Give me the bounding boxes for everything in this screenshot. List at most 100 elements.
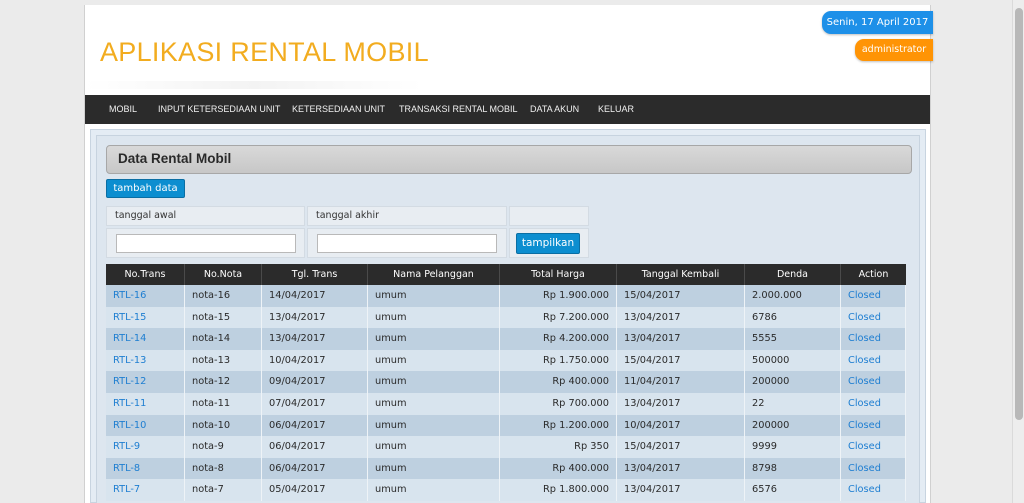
cell-action-closed[interactable]: Closed	[841, 436, 906, 458]
cell-tanggal-kembali: 15/04/2017	[617, 349, 745, 372]
cell-total-harga: Rp 350	[500, 436, 617, 458]
cell-no-trans[interactable]: RTL-15	[106, 306, 185, 329]
cell-no-trans[interactable]: RTL-11	[106, 393, 185, 415]
table-header: No.Trans No.Nota Tgl. Trans Nama Pelangg…	[106, 264, 906, 285]
cell-total-harga: Rp 400.000	[500, 371, 617, 393]
cell-no-trans[interactable]: RTL-7	[106, 479, 185, 501]
cell-action-closed[interactable]: Closed	[841, 414, 906, 437]
col-header-nama-pelanggan[interactable]: Nama Pelanggan	[368, 264, 500, 285]
content-area: Data Rental Mobil tambah data tanggal aw…	[90, 129, 926, 503]
cell-tgl-trans: 13/04/2017	[262, 328, 368, 350]
cell-action-closed[interactable]: Closed	[841, 371, 906, 393]
col-header-total-harga[interactable]: Total Harga	[500, 264, 617, 285]
nav-item-input-ketersediaan-unit[interactable]: INPUT KETERSEDIAAN UNIT	[158, 95, 280, 124]
show-button[interactable]: tampilkan	[516, 233, 580, 254]
title-underline	[85, 81, 423, 89]
cell-tgl-trans: 13/04/2017	[262, 306, 368, 329]
table-row: RTL-11 nota-11 07/04/2017 umum Rp 700.000 13/…	[106, 393, 906, 415]
cell-tgl-trans: 06/04/2017	[262, 457, 368, 480]
cell-no-trans[interactable]: RTL-12	[106, 371, 185, 393]
cell-total-harga: Rp 4.200.000	[500, 328, 617, 350]
col-header-tgl-trans[interactable]: Tgl. Trans	[262, 264, 368, 285]
section-title-bar: Data Rental Mobil	[106, 145, 912, 174]
cell-total-harga: Rp 7.200.000	[500, 306, 617, 329]
cell-pelanggan: umum	[368, 371, 500, 393]
col-header-action[interactable]: Action	[841, 264, 906, 285]
cell-tanggal-kembali: 15/04/2017	[617, 285, 745, 307]
date-badge: Senin, 17 April 2017	[822, 11, 933, 34]
cell-total-harga: Rp 1.800.000	[500, 479, 617, 501]
app-title: APLIKASI RENTAL MOBIL	[100, 37, 429, 67]
cell-total-harga: Rp 1.900.000	[500, 285, 617, 307]
cell-denda: 8798	[745, 457, 841, 480]
cell-tgl-trans: 05/04/2017	[262, 479, 368, 501]
cell-no-trans[interactable]: RTL-14	[106, 328, 185, 350]
cell-pelanggan: umum	[368, 349, 500, 372]
content-panel: Data Rental Mobil tambah data tanggal aw…	[96, 135, 920, 503]
col-header-no-nota[interactable]: No.Nota	[185, 264, 262, 285]
nav-item-data-akun[interactable]: DATA AKUN	[530, 95, 579, 124]
cell-no-trans[interactable]: RTL-10	[106, 414, 185, 437]
cell-pelanggan: umum	[368, 393, 500, 415]
cell-tanggal-kembali: 11/04/2017	[617, 371, 745, 393]
table-row: RTL-8 nota-8 06/04/2017 umum Rp 400.000 13/04…	[106, 457, 906, 480]
cell-no-trans[interactable]: RTL-13	[106, 349, 185, 372]
cell-tgl-trans: 09/04/2017	[262, 371, 368, 393]
section-title: Data Rental Mobil	[118, 151, 232, 166]
header: APLIKASI RENTAL MOBIL Senin, 17 April 20…	[85, 5, 933, 94]
cell-total-harga: Rp 1.200.000	[500, 414, 617, 437]
cell-no-nota: nota-8	[185, 457, 262, 480]
nav-item-transaksi-rental-mobil[interactable]: TRANSAKSI RENTAL MOBIL	[399, 95, 518, 124]
user-badge[interactable]: administrator	[855, 39, 933, 61]
cell-total-harga: Rp 400.000	[500, 457, 617, 480]
add-data-button[interactable]: tambah data	[106, 179, 185, 198]
cell-tanggal-kembali: 13/04/2017	[617, 306, 745, 329]
cell-no-nota: nota-10	[185, 414, 262, 437]
cell-no-trans[interactable]: RTL-8	[106, 457, 185, 480]
cell-action-closed[interactable]: Closed	[841, 328, 906, 350]
cell-no-nota: nota-15	[185, 306, 262, 329]
cell-action-closed[interactable]: Closed	[841, 349, 906, 372]
cell-denda: 9999	[745, 436, 841, 458]
cell-denda: 6786	[745, 306, 841, 329]
cell-pelanggan: umum	[368, 457, 500, 480]
cell-tanggal-kembali: 13/04/2017	[617, 479, 745, 501]
cell-pelanggan: umum	[368, 414, 500, 437]
page-container: APLIKASI RENTAL MOBIL Senin, 17 April 20…	[84, 5, 933, 503]
end-date-input[interactable]	[317, 234, 497, 253]
table-row: RTL-15 nota-15 13/04/2017 umum Rp 7.200.000 1…	[106, 306, 906, 329]
cell-action-closed[interactable]: Closed	[841, 285, 906, 307]
scrollbar-thumb[interactable]	[1015, 8, 1023, 420]
page-scrollbar[interactable]	[1012, 0, 1024, 503]
cell-tanggal-kembali: 13/04/2017	[617, 393, 745, 415]
col-header-denda[interactable]: Denda	[745, 264, 841, 285]
cell-denda: 200000	[745, 414, 841, 437]
nav-item-ketersediaan-unit[interactable]: KETERSEDIAAN UNIT	[292, 95, 385, 124]
cell-action-closed[interactable]: Closed	[841, 306, 906, 329]
cell-no-nota: nota-9	[185, 436, 262, 458]
table-row: RTL-9 nota-9 06/04/2017 umum Rp 350 15/04/201…	[106, 436, 906, 458]
cell-action-closed[interactable]: Closed	[841, 479, 906, 501]
col-header-no-trans[interactable]: No.Trans	[106, 264, 185, 285]
filter-start-input-cell	[106, 228, 305, 258]
cell-denda: 200000	[745, 371, 841, 393]
cell-tgl-trans: 06/04/2017	[262, 436, 368, 458]
table-row: RTL-13 nota-13 10/04/2017 umum Rp 1.750.000 1…	[106, 349, 906, 372]
cell-no-trans[interactable]: RTL-16	[106, 285, 185, 307]
cell-tgl-trans: 14/04/2017	[262, 285, 368, 307]
col-header-tanggal-kembali[interactable]: Tanggal Kembali	[617, 264, 745, 285]
main-nav: MOBIL INPUT KETERSEDIAAN UNIT KETERSEDIA…	[85, 95, 930, 124]
start-date-input[interactable]	[116, 234, 296, 253]
filter-end-label-cell: tanggal akhir	[307, 206, 507, 226]
cell-no-nota: nota-11	[185, 393, 262, 415]
cell-no-trans[interactable]: RTL-9	[106, 436, 185, 458]
cell-action-closed[interactable]: Closed	[841, 393, 906, 415]
cell-action-closed[interactable]: Closed	[841, 457, 906, 480]
nav-item-mobil[interactable]: MOBIL	[109, 95, 137, 124]
table-row: RTL-7 nota-7 05/04/2017 umum Rp 1.800.000 13/…	[106, 479, 906, 501]
filter-empty-cell	[509, 206, 589, 226]
cell-total-harga: Rp 1.750.000	[500, 349, 617, 372]
nav-item-keluar[interactable]: KELUAR	[598, 95, 634, 124]
cell-tgl-trans: 07/04/2017	[262, 393, 368, 415]
filter-start-label: tanggal awal	[115, 210, 177, 221]
